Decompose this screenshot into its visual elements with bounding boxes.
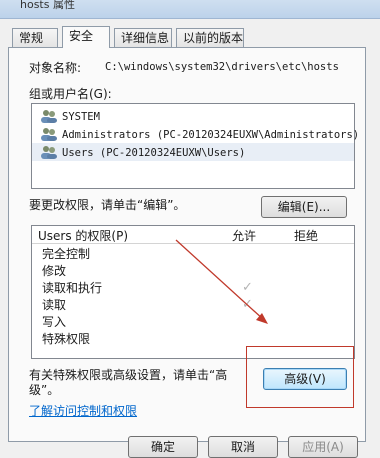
group-item-administrators[interactable]: Administrators (PC-20120324EUXW\Administ… <box>32 125 359 143</box>
permission-special: 特殊权限 <box>42 332 91 346</box>
advanced-hint-line2: 级”。 <box>29 383 60 397</box>
edit-button[interactable]: 编辑(E)... <box>261 196 347 218</box>
permissions-title: Users 的权限(P) <box>38 229 129 243</box>
group-item-system[interactable]: SYSTEM <box>32 107 354 125</box>
annotation-highlight-box <box>246 346 354 408</box>
annotation-arrow-icon <box>175 239 268 324</box>
tab-previous-versions[interactable]: 以前的版本 <box>176 28 244 47</box>
object-name-label: 对象名称: <box>29 61 82 75</box>
permission-modify: 修改 <box>42 264 67 278</box>
user-group-icon <box>41 110 57 123</box>
tab-details[interactable]: 详细信息 <box>114 28 172 47</box>
window-title: hosts 属性 <box>20 0 75 11</box>
title-bar: hosts 属性 <box>0 0 380 19</box>
deny-column-header: 拒绝 <box>294 229 319 243</box>
object-name-value: C:\windows\system32\drivers\etc\hosts <box>105 61 339 73</box>
learn-access-control-link[interactable]: 了解访问控制和权限 <box>29 402 137 419</box>
change-permissions-hint: 要更改权限，请单击“编辑”。 <box>29 198 186 212</box>
permission-read: 读取 <box>42 298 67 312</box>
tab-security[interactable]: 安全 <box>62 26 110 48</box>
user-group-icon <box>41 146 57 159</box>
tab-general[interactable]: 常规 <box>12 28 58 47</box>
groups-listbox[interactable]: SYSTEM Administrators (PC-20120324EUXW\A… <box>31 103 359 189</box>
permissions-list: Users 的权限(P) 允许 拒绝 完全控制 修改 读取和执行 ✓ 读取 ✓ … <box>31 225 355 359</box>
permission-read-execute: 读取和执行 <box>42 281 103 295</box>
group-item-label: Users (PC-20120324EUXW\Users) <box>62 147 246 159</box>
group-item-users[interactable]: Users (PC-20120324EUXW\Users) <box>32 143 354 161</box>
permission-write: 写入 <box>42 315 67 329</box>
group-item-label: SYSTEM <box>62 111 100 123</box>
user-group-icon <box>41 128 57 141</box>
group-item-label: Administrators (PC-20120324EUXW\Administ… <box>62 129 360 141</box>
groups-label: 组或用户名(G): <box>29 87 112 101</box>
permission-full-control: 完全控制 <box>42 247 91 261</box>
